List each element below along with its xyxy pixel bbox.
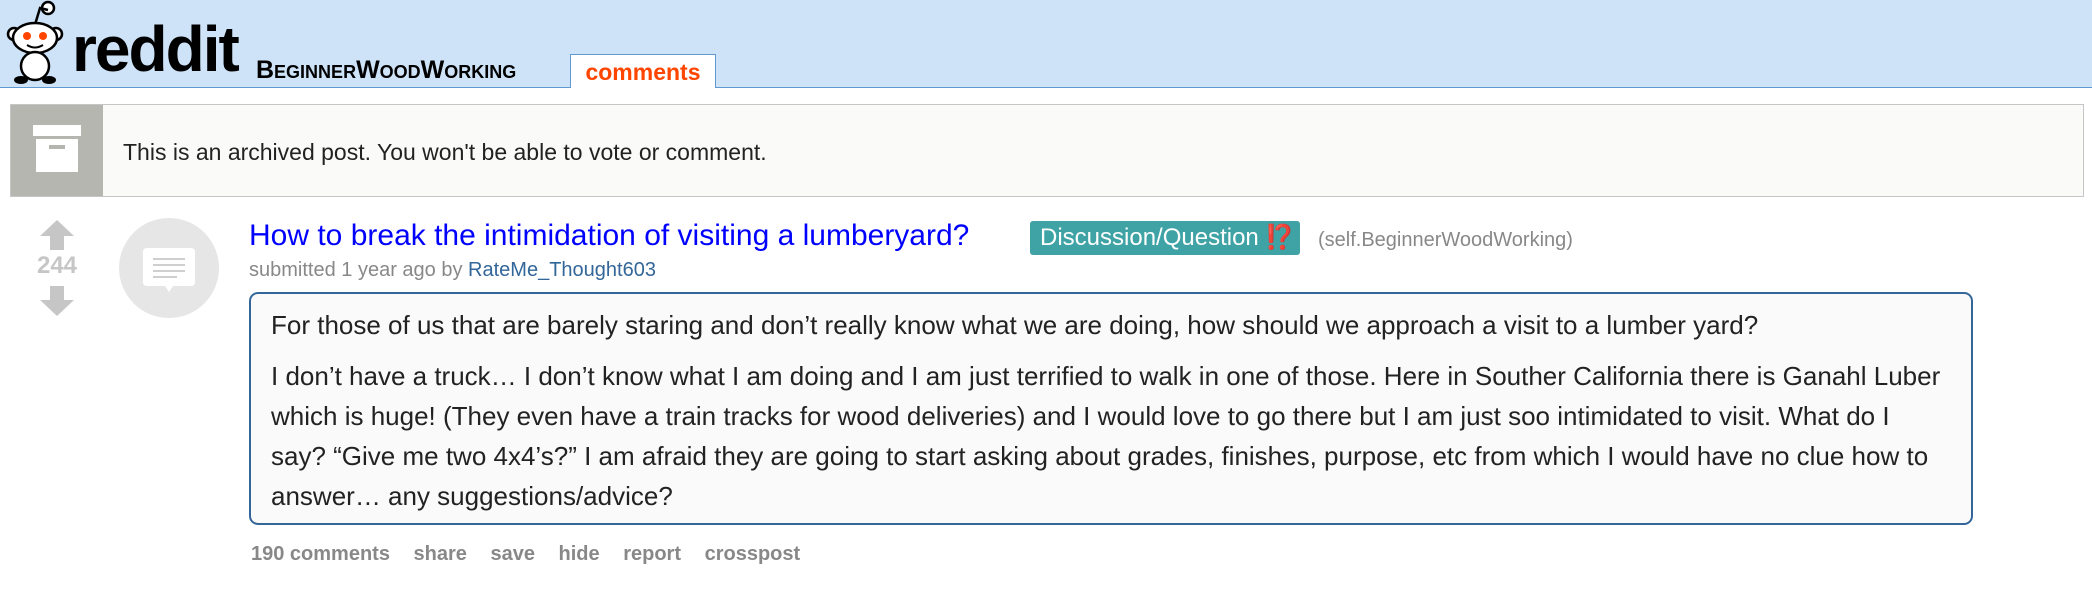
thumbnail[interactable] <box>119 218 219 318</box>
post-title[interactable]: How to break the intimidation of visitin… <box>249 218 969 254</box>
self-post-icon <box>143 248 195 292</box>
crosspost-button[interactable]: crosspost <box>705 543 801 565</box>
archive-box-icon <box>33 125 81 172</box>
share-button[interactable]: share <box>414 543 467 565</box>
post-action-buttons: 190 comments share save hide report cros… <box>251 542 818 566</box>
header: reddit BeginnerWoodWorking comments <box>0 0 2092 88</box>
reddit-wordmark[interactable]: reddit <box>72 16 240 82</box>
author-link[interactable]: RateMe_Thought603 <box>468 259 656 281</box>
archived-banner: This is an archived post. You won't be a… <box>10 104 2084 197</box>
selftext-box: For those of us that are barely staring … <box>249 292 1973 525</box>
tab-comments[interactable]: comments <box>570 54 716 88</box>
comments-button[interactable]: 190 comments <box>251 543 390 565</box>
flair-label: Discussion/Question <box>1040 224 1259 251</box>
reddit-alien-icon[interactable] <box>4 0 76 88</box>
selftext-paragraph-2: I don’t have a truck… I don’t know what … <box>271 361 1941 511</box>
archive-icon-box <box>11 105 103 196</box>
post-tagline: submitted 1 year ago by RateMe_Thought60… <box>249 258 656 282</box>
subreddit-name[interactable]: BeginnerWoodWorking <box>256 56 516 84</box>
post-flair[interactable]: Discussion/Question ⁉️ <box>1030 221 1300 255</box>
tagline-prefix: submitted <box>249 259 336 281</box>
post-domain[interactable]: (self.BeginnerWoodWorking) <box>1318 228 1573 252</box>
selftext-paragraph-1: For those of us that are barely staring … <box>271 310 1759 340</box>
save-button[interactable]: save <box>490 543 535 565</box>
report-button[interactable]: report <box>623 543 681 565</box>
tagline-by: by <box>441 259 463 281</box>
tagline-time: 1 year ago <box>341 259 436 281</box>
downvote-arrow-icon[interactable] <box>40 286 74 316</box>
upvote-arrow-icon[interactable] <box>40 220 74 250</box>
flair-emoji: ⁉️ <box>1264 224 1295 251</box>
score: 244 <box>36 252 78 279</box>
archived-message: This is an archived post. You won't be a… <box>123 139 767 165</box>
hide-button[interactable]: hide <box>559 543 600 565</box>
